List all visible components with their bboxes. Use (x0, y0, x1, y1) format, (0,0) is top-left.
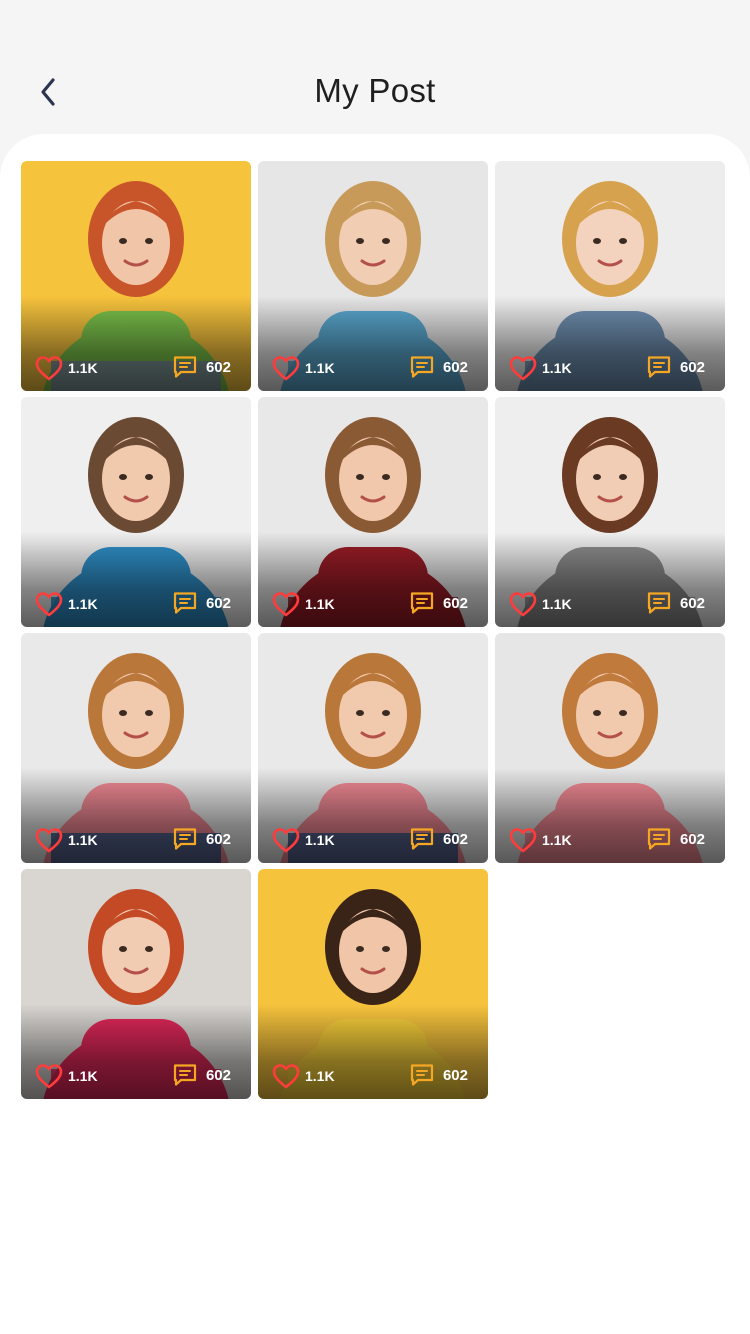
comments-label: 602 (442, 594, 468, 612)
post-tile[interactable]: 1.1K 602 (21, 633, 251, 863)
likes-count[interactable]: 1.1K (272, 591, 335, 617)
comments-count[interactable]: 602 (172, 1063, 231, 1087)
post-tile[interactable]: 1.1K 602 (21, 869, 251, 1099)
likes-label: 1.1K (68, 596, 98, 612)
comments-label: 602 (442, 358, 468, 376)
comment-icon[interactable] (172, 355, 198, 379)
post-tile[interactable]: 1.1K 602 (21, 397, 251, 627)
likes-label: 1.1K (305, 1068, 335, 1084)
likes-label: 1.1K (305, 596, 335, 612)
comment-icon[interactable] (172, 1063, 198, 1087)
post-tile[interactable]: 1.1K 602 (495, 161, 725, 391)
likes-count[interactable]: 1.1K (509, 355, 572, 381)
post-tile[interactable]: 1.1K 602 (258, 633, 488, 863)
post-tile[interactable]: 1.1K 602 (258, 397, 488, 627)
likes-count[interactable]: 1.1K (35, 355, 98, 381)
heart-icon[interactable] (35, 591, 63, 617)
heart-icon[interactable] (272, 827, 300, 853)
comments-count[interactable]: 602 (646, 827, 705, 851)
heart-icon[interactable] (35, 355, 63, 381)
comments-label: 602 (679, 594, 705, 612)
page-title: My Post (314, 72, 436, 109)
comment-icon[interactable] (409, 591, 435, 615)
post-tile[interactable]: 1.1K 602 (258, 161, 488, 391)
likes-label: 1.1K (305, 832, 335, 848)
comments-count[interactable]: 602 (646, 355, 705, 379)
comments-count[interactable]: 602 (409, 827, 468, 851)
comments-count[interactable]: 602 (172, 355, 231, 379)
likes-count[interactable]: 1.1K (272, 355, 335, 381)
comments-label: 602 (205, 358, 231, 376)
comment-icon[interactable] (409, 355, 435, 379)
post-tile[interactable]: 1.1K 602 (21, 161, 251, 391)
comments-count[interactable]: 602 (409, 355, 468, 379)
heart-icon[interactable] (272, 355, 300, 381)
likes-count[interactable]: 1.1K (272, 1063, 335, 1089)
likes-label: 1.1K (68, 360, 98, 376)
post-grid: 1.1K 602 1.1K 602 1.1K 602 1.1K 602 1.1K… (21, 161, 725, 1099)
heart-icon[interactable] (35, 1063, 63, 1089)
comments-label: 602 (679, 830, 705, 848)
likes-count[interactable]: 1.1K (35, 1063, 98, 1089)
likes-count[interactable]: 1.1K (509, 827, 572, 853)
comment-icon[interactable] (646, 355, 672, 379)
comments-count[interactable]: 602 (409, 1063, 468, 1087)
comments-label: 602 (205, 594, 231, 612)
comments-count[interactable]: 602 (409, 591, 468, 615)
comment-icon[interactable] (409, 827, 435, 851)
post-tile[interactable]: 1.1K 602 (495, 633, 725, 863)
comment-icon[interactable] (172, 591, 198, 615)
comments-count[interactable]: 602 (172, 591, 231, 615)
comments-label: 602 (679, 358, 705, 376)
likes-label: 1.1K (68, 1068, 98, 1084)
heart-icon[interactable] (35, 827, 63, 853)
comments-label: 602 (442, 1066, 468, 1084)
comments-count[interactable]: 602 (172, 827, 231, 851)
likes-label: 1.1K (305, 360, 335, 376)
likes-count[interactable]: 1.1K (509, 591, 572, 617)
comments-count[interactable]: 602 (646, 591, 705, 615)
comment-icon[interactable] (409, 1063, 435, 1087)
heart-icon[interactable] (272, 1063, 300, 1089)
likes-label: 1.1K (68, 832, 98, 848)
comment-icon[interactable] (646, 827, 672, 851)
comment-icon[interactable] (172, 827, 198, 851)
comment-icon[interactable] (646, 591, 672, 615)
comments-label: 602 (205, 1066, 231, 1084)
likes-count[interactable]: 1.1K (272, 827, 335, 853)
heart-icon[interactable] (509, 827, 537, 853)
likes-label: 1.1K (542, 596, 572, 612)
likes-count[interactable]: 1.1K (35, 591, 98, 617)
post-tile[interactable]: 1.1K 602 (495, 397, 725, 627)
comments-label: 602 (442, 830, 468, 848)
heart-icon[interactable] (509, 355, 537, 381)
likes-count[interactable]: 1.1K (35, 827, 98, 853)
post-tile[interactable]: 1.1K 602 (258, 869, 488, 1099)
heart-icon[interactable] (509, 591, 537, 617)
likes-label: 1.1K (542, 360, 572, 376)
heart-icon[interactable] (272, 591, 300, 617)
comments-label: 602 (205, 830, 231, 848)
likes-label: 1.1K (542, 832, 572, 848)
top-bar: My Post (0, 0, 750, 140)
